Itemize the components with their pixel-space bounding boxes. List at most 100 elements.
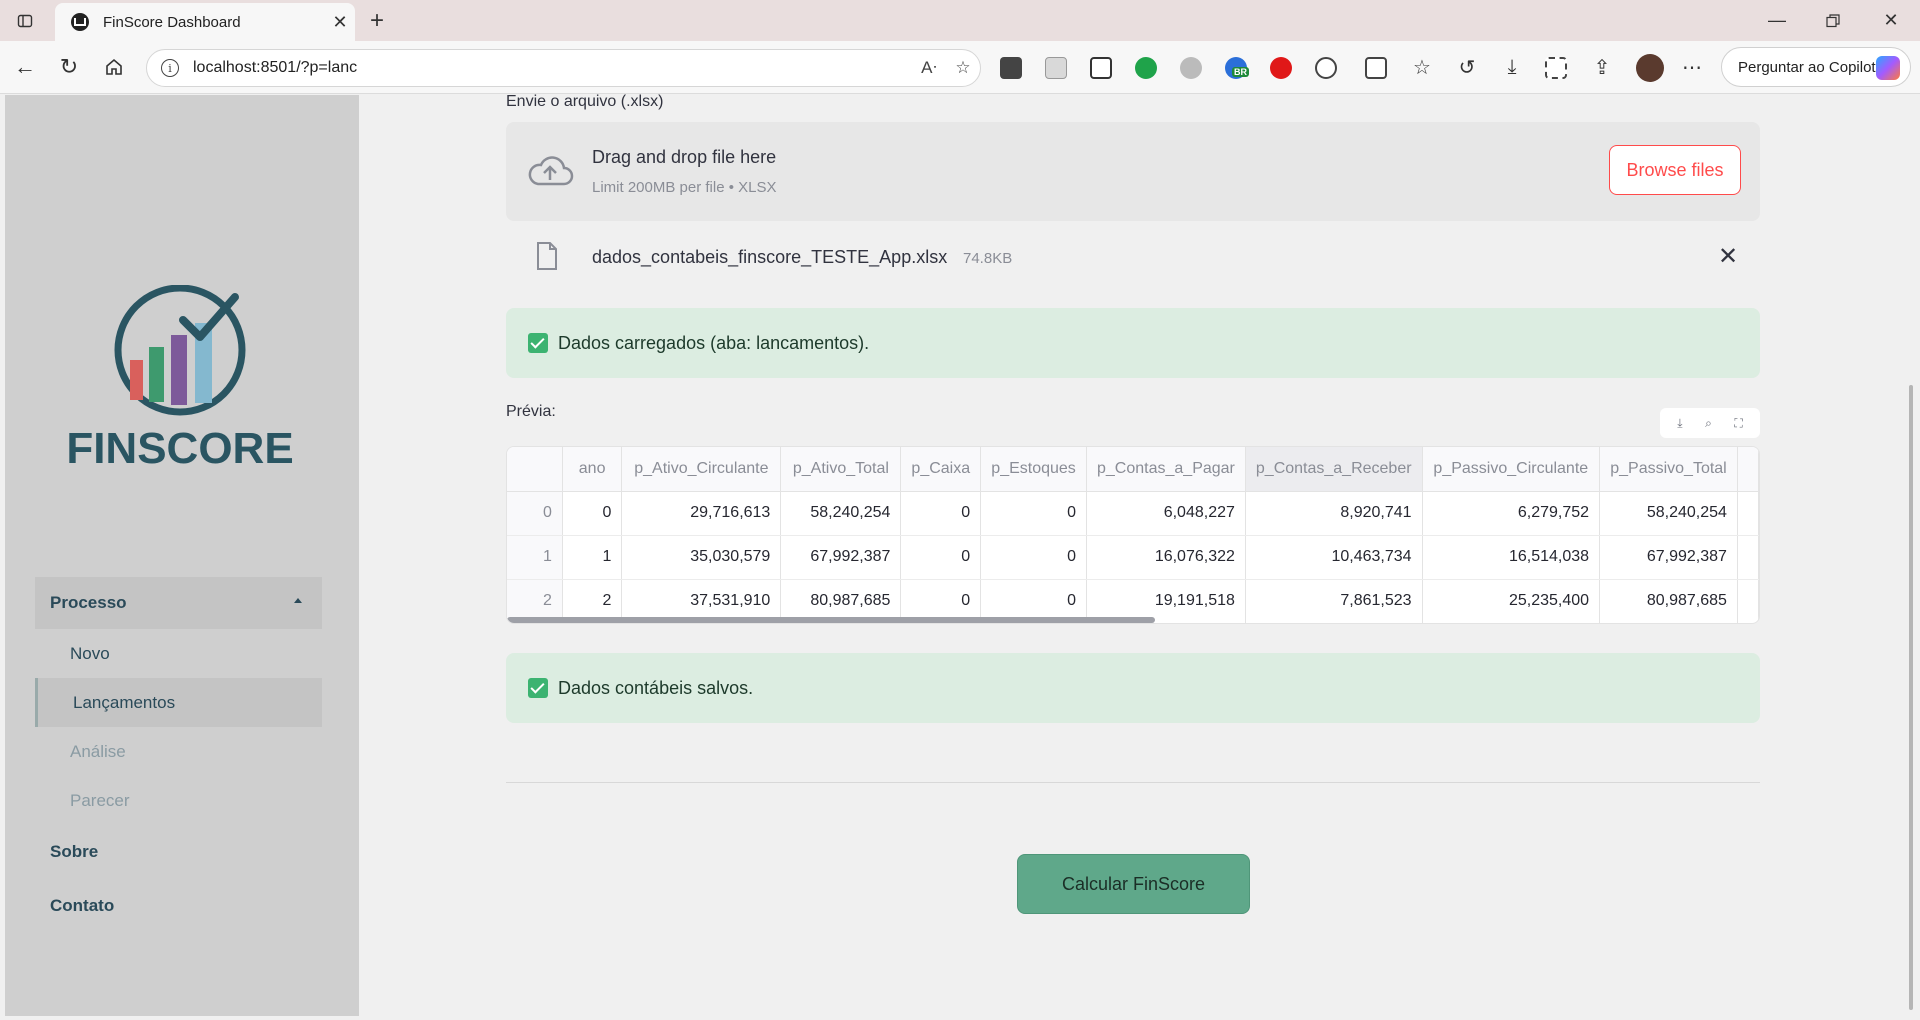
extensions-puzzle-icon[interactable] <box>1315 57 1337 79</box>
tab-title: FinScore Dashboard <box>103 13 241 31</box>
section-divider <box>506 782 1760 783</box>
column-header[interactable]: p_Contas_a_Receber <box>1245 447 1423 492</box>
favorite-star-icon[interactable]: ☆ <box>946 58 980 78</box>
table-cell: 0 <box>900 491 982 536</box>
home-icon[interactable] <box>97 50 131 84</box>
column-header[interactable]: p_Estoques <box>980 447 1087 492</box>
table-cell-overflow <box>1737 491 1759 536</box>
table-cell: 67,992,387 <box>780 535 902 580</box>
fullscreen-icon[interactable]: ⛶ <box>1734 416 1742 431</box>
preview-table[interactable]: ano p_Ativo_Circulante p_Ativo_Total p_C… <box>506 446 1760 624</box>
menu-group-label: Processo <box>50 593 127 612</box>
favicon-icon <box>71 13 89 31</box>
sidebar-menu: Processo Novo Lançamentos Análise Parece… <box>35 577 322 933</box>
reading-view-icon[interactable] <box>1000 57 1022 79</box>
site-info-icon[interactable]: i <box>161 59 179 77</box>
extension-badge: BR <box>1232 67 1249 77</box>
table-row[interactable]: 0 0 29,716,613 58,240,254 0 0 6,048,227 … <box>507 491 1759 536</box>
screenshot-icon[interactable] <box>1545 57 1567 79</box>
menu-item-sobre[interactable]: Sobre <box>35 825 322 879</box>
table-cell: 7,861,523 <box>1245 579 1423 623</box>
logo-text: FINSCORE <box>66 424 293 473</box>
copilot-label: Perguntar ao Copilot <box>1738 58 1876 76</box>
sidebar: FINSCORE Processo Novo Lançamentos Análi… <box>5 95 359 1016</box>
share-icon[interactable]: ⇪ <box>1585 50 1619 84</box>
browse-files-button[interactable]: Browse files <box>1609 145 1741 195</box>
downloads-icon[interactable]: ⤓ <box>1495 50 1529 84</box>
new-tab-icon[interactable]: + <box>360 0 394 41</box>
copilot-button[interactable]: Perguntar ao Copilot <box>1721 47 1911 87</box>
table-cell: 6,048,227 <box>1086 491 1246 536</box>
caret-up-icon <box>294 598 302 603</box>
scrollbar-thumb[interactable] <box>1909 385 1913 1010</box>
more-options-icon[interactable]: ⋯ <box>1675 50 1709 84</box>
document-icon[interactable] <box>1045 57 1067 79</box>
table-horizontal-scrollbar[interactable] <box>507 617 1155 623</box>
page-scrollbar[interactable] <box>1902 95 1920 1016</box>
search-icon[interactable]: ⌕ <box>1705 416 1712 431</box>
address-bar[interactable]: i localhost:8501/?p=lanc A͏ᐧ ☆ <box>146 49 981 87</box>
profile-avatar[interactable] <box>1636 54 1664 82</box>
table-cell: 0 <box>562 491 623 536</box>
remove-file-icon[interactable]: ✕ <box>1718 242 1738 271</box>
alert-saved-text: Dados contábeis salvos. <box>558 677 754 698</box>
table-toolbar: ⤓ ⌕ ⛶ <box>1660 408 1760 438</box>
extension-icon[interactable] <box>1180 57 1202 79</box>
download-icon[interactable]: ⤓ <box>1677 416 1682 431</box>
table-header-row: ano p_Ativo_Circulante p_Ativo_Total p_C… <box>507 447 1759 492</box>
table-cell: 10,463,734 <box>1245 535 1423 580</box>
minimize-icon[interactable]: — <box>1760 0 1794 41</box>
calculate-finscore-button[interactable]: Calcular FinScore <box>1017 854 1250 914</box>
table-cell: 58,240,254 <box>1599 491 1738 536</box>
refresh-icon[interactable]: ↻ <box>52 50 86 84</box>
evernote-icon[interactable] <box>1135 57 1157 79</box>
table-cell: 35,030,579 <box>621 535 782 580</box>
close-window-icon[interactable]: ✕ <box>1874 0 1908 41</box>
table-row[interactable]: 1 1 35,030,579 67,992,387 0 0 16,076,322… <box>507 535 1759 580</box>
uploaded-file-row: dados_contabeis_finscore_TESTE_App.xlsx … <box>506 232 1760 284</box>
table-cell: 0 <box>980 491 1087 536</box>
table-cell: 16,514,038 <box>1422 535 1601 580</box>
favorites-icon[interactable]: ☆ <box>1405 50 1439 84</box>
browser-tab[interactable]: FinScore Dashboard ✕ <box>55 3 355 41</box>
browser-toolbar: ← ↻ i localhost:8501/?p=lanc A͏ᐧ ☆ BR ☆ … <box>0 41 1920 94</box>
table-cell: 0 <box>900 535 982 580</box>
vpn-extension-icon[interactable]: BR <box>1225 57 1249 79</box>
dropzone-hint: Limit 200MB per file • XLSX <box>592 179 777 196</box>
alert-loaded-text: Dados carregados (aba: lancamentos). <box>558 332 870 353</box>
menu-item-lancamentos[interactable]: Lançamentos <box>35 678 322 727</box>
tab-actions-icon[interactable] <box>8 0 42 41</box>
adblock-icon[interactable] <box>1270 57 1292 79</box>
file-dropzone[interactable]: Drag and drop file here Limit 200MB per … <box>506 122 1760 221</box>
table-cell: 58,240,254 <box>780 491 902 536</box>
cloud-upload-icon <box>528 156 574 186</box>
column-header-overflow <box>1737 447 1759 492</box>
picture-in-picture-icon[interactable] <box>1090 57 1112 79</box>
history-icon[interactable]: ↺ <box>1450 50 1484 84</box>
table-cell: 6,279,752 <box>1422 491 1601 536</box>
check-icon <box>528 678 548 698</box>
split-screen-icon[interactable] <box>1365 57 1387 79</box>
table-cell: 25,235,400 <box>1422 579 1601 623</box>
file-name: dados_contabeis_finscore_TESTE_App.xlsx <box>592 247 948 267</box>
table-cell-overflow <box>1737 535 1759 580</box>
column-header[interactable]: p_Passivo_Total <box>1599 447 1738 492</box>
column-header[interactable]: p_Ativo_Circulante <box>621 447 782 492</box>
column-header[interactable]: ano <box>562 447 623 492</box>
column-header-index[interactable] <box>507 447 563 492</box>
column-header[interactable]: p_Contas_a_Pagar <box>1086 447 1246 492</box>
table-cell: 1 <box>507 535 563 580</box>
column-header[interactable]: p_Passivo_Circulante <box>1422 447 1601 492</box>
read-aloud-icon[interactable]: A͏ᐧ <box>912 58 946 78</box>
close-tab-icon[interactable]: ✕ <box>325 12 355 33</box>
preview-label: Prévia: <box>506 403 556 420</box>
column-header[interactable]: p_Ativo_Total <box>780 447 902 492</box>
upload-label: Envie o arquivo (.xlsx) <box>506 93 664 110</box>
menu-item-novo[interactable]: Novo <box>35 629 322 678</box>
back-icon[interactable]: ← <box>8 50 42 84</box>
file-size: 74.8KB <box>963 250 1013 267</box>
column-header[interactable]: p_Caixa <box>900 447 982 492</box>
restore-icon[interactable] <box>1816 0 1850 41</box>
menu-item-contato[interactable]: Contato <box>35 879 322 933</box>
menu-group-processo[interactable]: Processo <box>35 577 322 629</box>
